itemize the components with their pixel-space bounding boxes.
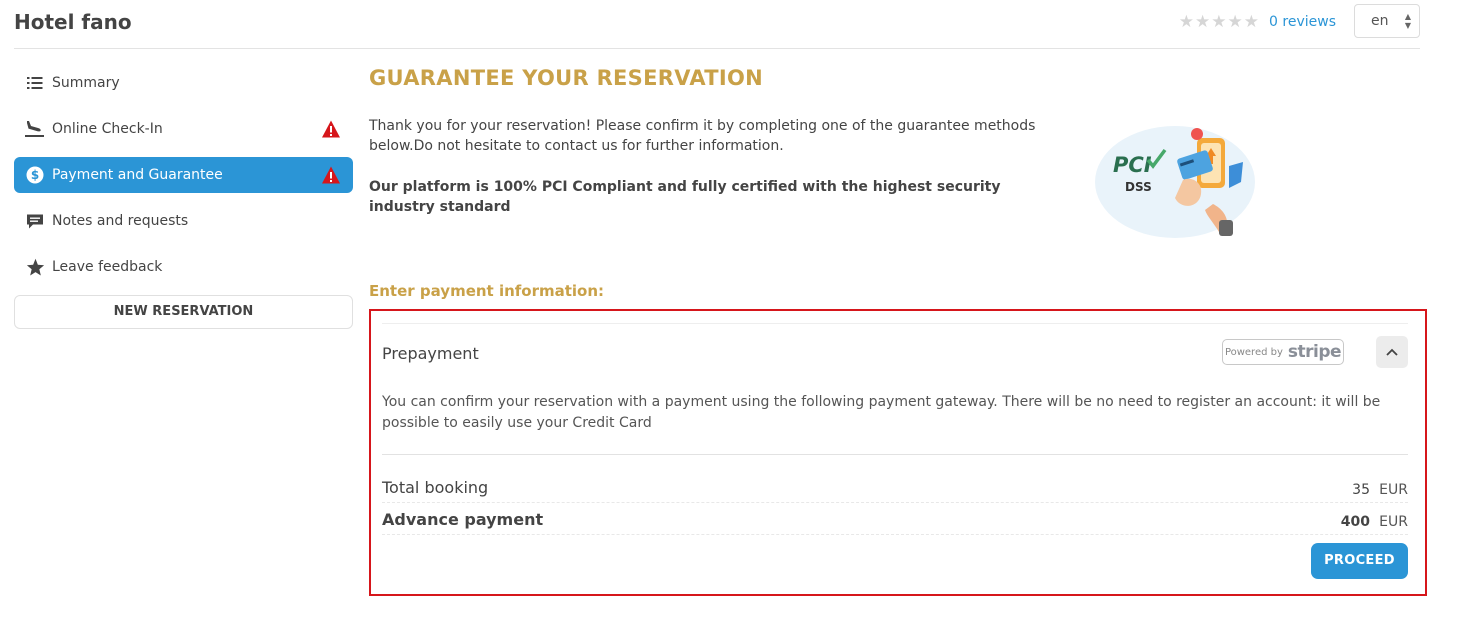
warning-icon: [322, 120, 340, 138]
sidebar: Summary Online Check-In $ Payment and Gu…: [14, 65, 353, 329]
sidebar-item-label: Payment and Guarantee: [52, 167, 223, 183]
proceed-button[interactable]: PROCEED: [1311, 543, 1408, 579]
warning-icon: [322, 166, 340, 184]
sidebar-item-payment-and-guarantee[interactable]: $ Payment and Guarantee: [14, 157, 353, 193]
rating: ★ ★ ★ ★ ★ 0 reviews: [1179, 12, 1336, 32]
sidebar-item-summary[interactable]: Summary: [14, 65, 353, 101]
payment-description: You can confirm your reservation with a …: [382, 394, 1381, 431]
star-rating: ★ ★ ★ ★ ★: [1179, 12, 1259, 32]
intro-text-block: Thank you for your reservation! Please c…: [369, 116, 1059, 217]
advance-payment-label: Advance payment: [382, 510, 544, 529]
payment-section-label: Enter payment information:: [369, 282, 605, 300]
sidebar-item-label: Notes and requests: [52, 213, 189, 229]
pci-dss-illustration: PCI DSS: [1095, 126, 1255, 238]
currency-label: EUR: [1379, 514, 1408, 530]
stripe-logo: stripe: [1287, 342, 1342, 362]
star-empty-icon: ★: [1195, 12, 1211, 32]
currency-label: EUR: [1379, 482, 1408, 498]
collapse-button[interactable]: [1376, 336, 1408, 368]
sidebar-item-label: Leave feedback: [52, 259, 163, 275]
list-icon: [25, 73, 45, 93]
dss-badge-text: DSS: [1125, 180, 1152, 194]
header: Hotel fano ★ ★ ★ ★ ★ 0 reviews en ▲ ▼: [14, 0, 1420, 49]
intro-text: Thank you for your reservation! Please c…: [369, 118, 1036, 154]
compliance-statement: Our platform is 100% PCI Compliant and f…: [369, 179, 1001, 215]
total-booking-row: Total booking 35 EUR: [382, 478, 1408, 503]
divider: [382, 454, 1408, 455]
star-empty-icon: ★: [1243, 12, 1260, 32]
pci-badge-text: PCI: [1113, 153, 1152, 177]
stripe-badge-prefix: Powered by: [1224, 346, 1283, 358]
main-content: GUARANTEE YOUR RESERVATION Thank you for…: [369, 66, 1429, 596]
comment-icon: [25, 211, 45, 231]
page-title: GUARANTEE YOUR RESERVATION: [369, 66, 764, 90]
sidebar-item-online-check-in[interactable]: Online Check-In: [14, 111, 353, 147]
star-empty-icon: ★: [1211, 12, 1227, 32]
svg-text:$: $: [31, 168, 39, 182]
sidebar-item-notes-and-requests[interactable]: Notes and requests: [14, 203, 353, 239]
powered-by-stripe-badge: Powered by stripe: [1222, 339, 1344, 365]
hotel-name: Hotel fano: [14, 10, 132, 34]
sidebar-item-label: Summary: [52, 75, 120, 91]
plane-landing-icon: [25, 119, 45, 139]
payment-card: Prepayment Powered by stripe You can con…: [382, 323, 1408, 586]
advance-payment-amount: 400: [1340, 514, 1370, 530]
star-empty-icon: ★: [1227, 12, 1243, 32]
sidebar-item-leave-feedback[interactable]: Leave feedback: [14, 249, 353, 285]
language-value: en: [1371, 13, 1389, 29]
star-icon: [25, 257, 45, 277]
language-select[interactable]: en ▲ ▼: [1354, 4, 1420, 38]
star-empty-icon: ★: [1178, 12, 1195, 32]
sidebar-item-label: Online Check-In: [52, 121, 163, 137]
payment-method-title: Prepayment: [382, 344, 479, 363]
chevron-up-icon: [1386, 348, 1398, 356]
select-arrows-icon: ▲ ▼: [1404, 12, 1411, 30]
new-reservation-button[interactable]: NEW RESERVATION: [14, 295, 353, 329]
total-booking-label: Total booking: [382, 478, 489, 497]
payment-panel: Prepayment Powered by stripe You can con…: [369, 309, 1427, 596]
advance-payment-row: Advance payment 400 EUR: [382, 510, 1408, 535]
total-booking-amount: 35: [1352, 482, 1370, 498]
dollar-circle-icon: $: [25, 165, 45, 185]
reviews-link[interactable]: 0 reviews: [1269, 14, 1336, 30]
